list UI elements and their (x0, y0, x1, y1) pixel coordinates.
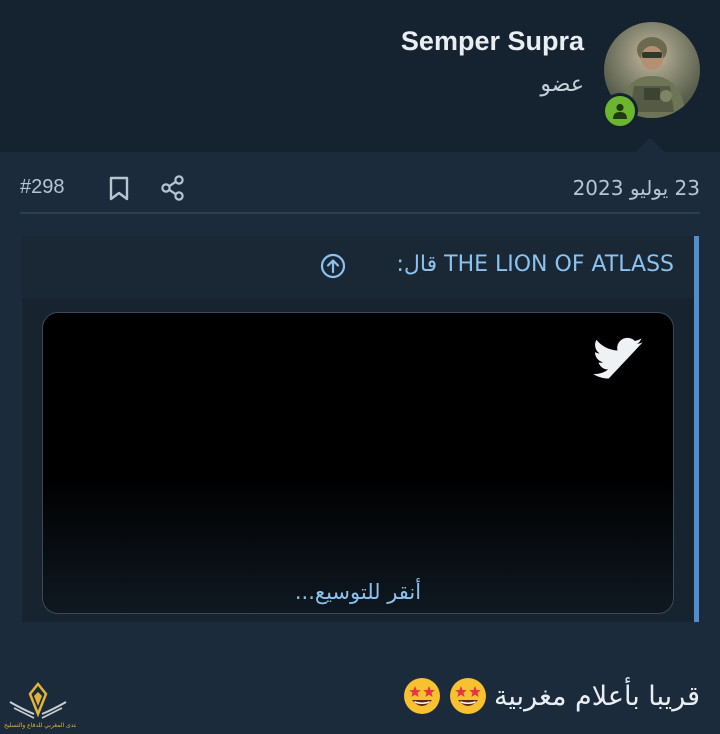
quote-jump-button[interactable] (320, 253, 346, 279)
quote-header: THE LION OF ATLASS قال: (22, 236, 694, 298)
username[interactable]: Semper Supra (401, 26, 584, 57)
user-title: عضو (540, 72, 584, 97)
expand-quote-link[interactable]: أنقر للتوسيع... (22, 580, 694, 604)
star-struck-emoji (449, 678, 486, 714)
share-button[interactable] (160, 175, 186, 201)
tweet-embed[interactable] (42, 312, 674, 614)
post-date[interactable]: 23 يوليو 2023 (573, 176, 700, 200)
star-struck-emoji (403, 678, 440, 714)
post-text: قريبا بأعلام مغربية (493, 680, 700, 712)
quote-block: THE LION OF ATLASS قال: أنقر للتوسيع... (22, 236, 699, 622)
post-number[interactable]: #298 (20, 176, 65, 199)
user-online-icon (613, 103, 627, 119)
bookmark-button[interactable] (108, 176, 130, 202)
bookmark-icon (109, 176, 129, 201)
online-status-badge (602, 93, 638, 129)
twitter-bird-icon (592, 337, 643, 379)
post-header: Semper Supra عضو (0, 0, 720, 153)
post-meta: #298 23 يوليو 2023 (20, 168, 700, 210)
watermark-text: المنتدى المغربي للدفاع والتسليح (4, 722, 76, 729)
post-body: قريبا بأعلام مغربية (402, 676, 700, 716)
header-notch (634, 138, 666, 153)
arrow-up-circle-icon (320, 253, 346, 279)
share-icon (161, 175, 184, 201)
meta-divider (20, 212, 700, 214)
quote-author[interactable]: THE LION OF ATLASS قال: (397, 252, 674, 277)
